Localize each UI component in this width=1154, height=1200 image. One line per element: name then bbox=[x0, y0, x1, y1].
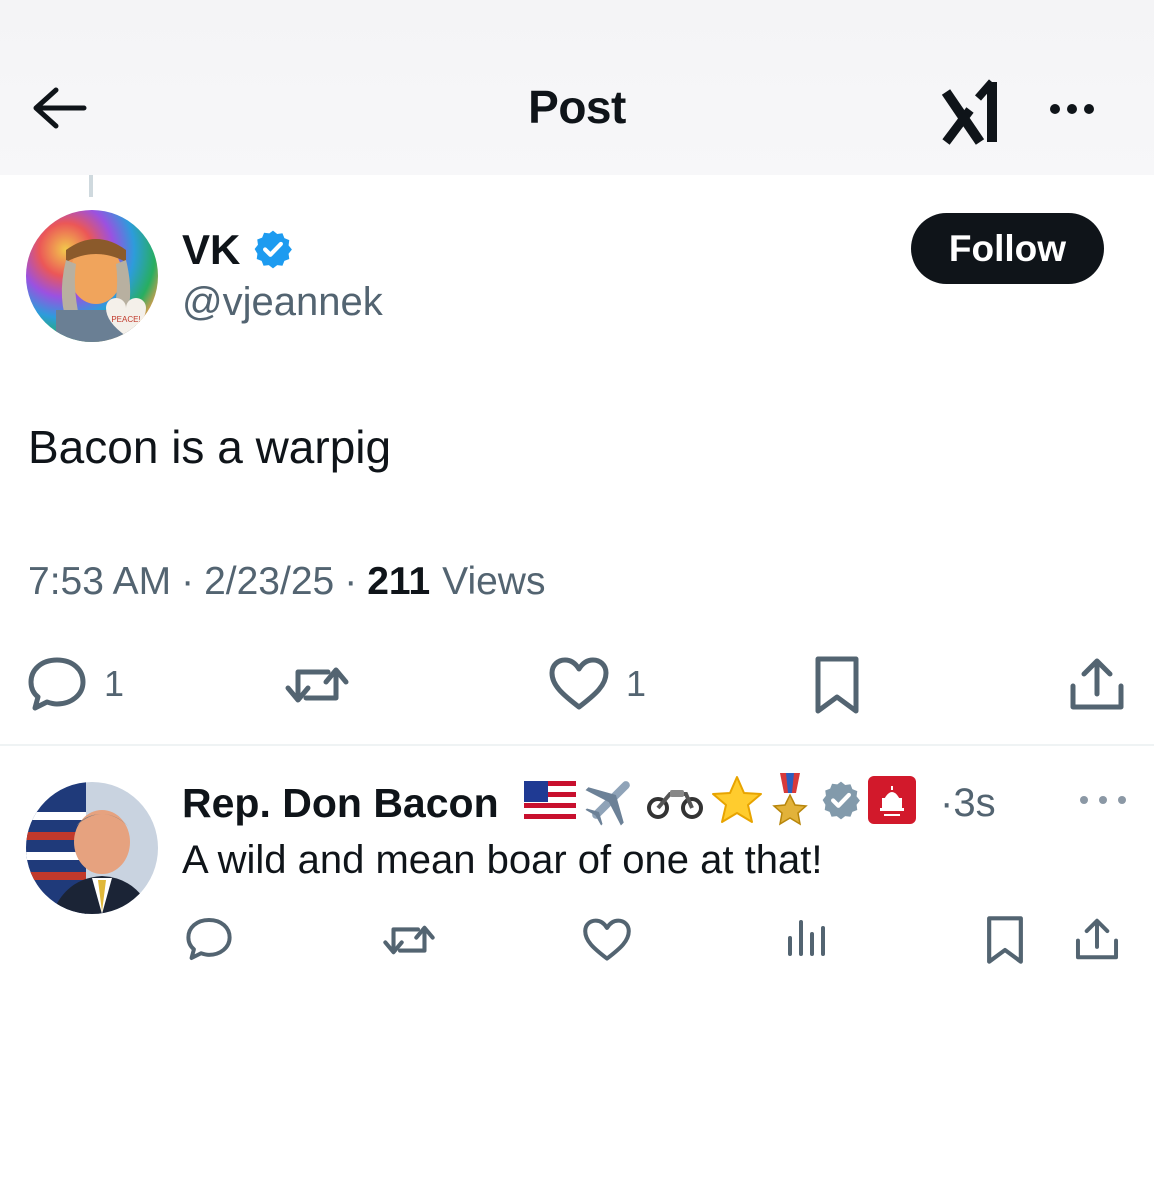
us-flag-icon bbox=[524, 781, 576, 819]
heart-icon bbox=[549, 657, 609, 710]
share-button[interactable] bbox=[1068, 656, 1126, 712]
reply-author-avatar[interactable] bbox=[26, 782, 158, 914]
author-name[interactable]: VK bbox=[182, 226, 240, 274]
post-metadata: 7:53 AM · 2/23/25 · 211 Views bbox=[28, 560, 545, 604]
thread-connector-line bbox=[89, 175, 93, 197]
like-button[interactable]: 1 bbox=[548, 656, 646, 712]
grok-button[interactable] bbox=[940, 72, 1012, 148]
meta-separator: · bbox=[344, 560, 358, 603]
grok-icon bbox=[941, 79, 997, 145]
star-icon bbox=[710, 774, 764, 826]
verified-badge-icon bbox=[254, 230, 292, 269]
reply-more-options-button[interactable] bbox=[1080, 792, 1126, 808]
analytics-icon bbox=[788, 920, 825, 956]
more-options-button[interactable] bbox=[1040, 92, 1104, 126]
repost-icon bbox=[383, 925, 435, 955]
more-horizontal-icon bbox=[1050, 104, 1060, 114]
reply-icon bbox=[28, 657, 86, 711]
bookmark-icon bbox=[815, 656, 859, 714]
post-time[interactable]: 7:53 AM bbox=[28, 560, 171, 604]
reply-share-button[interactable] bbox=[1074, 916, 1120, 962]
author-avatar[interactable]: PEACE! bbox=[26, 210, 158, 342]
divider bbox=[0, 744, 1154, 746]
follow-button[interactable]: Follow bbox=[911, 213, 1104, 284]
reply-icon bbox=[186, 917, 232, 961]
share-icon bbox=[1070, 658, 1124, 710]
more-horizontal-icon bbox=[1080, 796, 1088, 804]
heart-icon bbox=[583, 918, 631, 961]
views-count: 211 bbox=[367, 560, 431, 603]
reply-reply-button[interactable] bbox=[184, 916, 234, 962]
views-label: Views bbox=[442, 560, 546, 603]
repost-icon bbox=[285, 667, 349, 703]
meta-separator: · bbox=[181, 560, 195, 603]
share-icon bbox=[1075, 918, 1119, 960]
reply-analytics-button[interactable] bbox=[784, 914, 828, 960]
reply-like-button[interactable] bbox=[582, 917, 632, 963]
military-medal-icon bbox=[770, 771, 810, 829]
bookmark-button[interactable] bbox=[812, 655, 862, 715]
post-text: Bacon is a warpig bbox=[28, 421, 392, 473]
top-bar: Post bbox=[0, 0, 1154, 175]
post-date[interactable]: 2/23/25 bbox=[204, 560, 334, 604]
like-count: 1 bbox=[626, 663, 647, 704]
reply-author-emoji-row bbox=[524, 770, 922, 830]
gray-verified-badge-icon bbox=[820, 779, 862, 821]
reply-bookmark-button[interactable] bbox=[984, 915, 1026, 965]
house-gop-affiliate-badge[interactable] bbox=[868, 776, 916, 824]
bookmark-icon bbox=[987, 916, 1023, 964]
reply-count: 1 bbox=[104, 663, 125, 704]
reply-repost-button[interactable] bbox=[382, 918, 436, 962]
reply-author-name[interactable]: Rep. Don Bacon bbox=[182, 780, 499, 827]
reply-button[interactable]: 1 bbox=[26, 655, 124, 713]
airplane-icon bbox=[582, 771, 640, 829]
reply-text: A wild and mean boar of one at that! bbox=[182, 838, 823, 882]
motorcycle-icon bbox=[646, 780, 704, 820]
repost-button[interactable] bbox=[284, 658, 350, 712]
author-handle[interactable]: @vjeannek bbox=[182, 280, 383, 325]
avatar-peace-label: PEACE! bbox=[111, 315, 140, 324]
reply-timestamp[interactable]: ·3s bbox=[940, 781, 996, 826]
